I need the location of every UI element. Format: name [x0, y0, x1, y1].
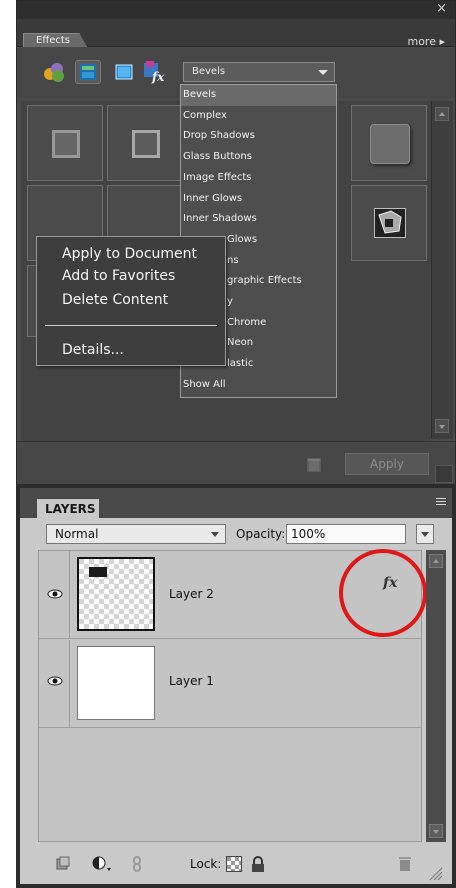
layer-thumbnail[interactable] — [77, 557, 155, 631]
trash-icon[interactable] — [307, 458, 321, 472]
lock-all-icon[interactable] — [250, 856, 266, 872]
red-annotation-circle — [339, 549, 427, 637]
chevron-down-icon — [318, 70, 328, 75]
layer-content-shape — [89, 567, 107, 577]
lock-label: Lock: — [190, 857, 222, 871]
thumbnail-context-menu: Apply to Document Add to Favorites Delet… — [36, 236, 226, 366]
scroll-down-button[interactable] — [435, 419, 449, 433]
opacity-dropdown-button[interactable] — [416, 524, 434, 544]
layers-header: LAYERS — [20, 488, 452, 518]
menu-item-details[interactable]: Details... — [62, 341, 124, 359]
visibility-column-divider — [69, 640, 70, 728]
arrow-down-icon — [433, 830, 439, 834]
effect-thumbnail[interactable] — [107, 105, 183, 181]
layer-styles-icon[interactable] — [75, 60, 101, 84]
layer-row[interactable]: Layer 1 — [39, 640, 421, 728]
arrow-up-icon — [433, 559, 439, 563]
effects-scrollbar[interactable] — [431, 101, 453, 439]
effect-thumbnail[interactable] — [27, 105, 103, 181]
trash-icon[interactable] — [398, 856, 412, 872]
bevel-preview — [132, 130, 160, 158]
arrow-up-icon — [439, 112, 445, 116]
panel-menu-icon[interactable] — [434, 498, 446, 508]
category-option[interactable]: Image Effects — [181, 168, 336, 189]
close-icon[interactable]: × — [436, 2, 447, 16]
effects-tab-bar: Effects more ▸ — [17, 19, 455, 48]
scroll-down-button[interactable] — [429, 824, 443, 838]
layer-name[interactable]: Layer 2 — [169, 587, 214, 601]
category-option[interactable]: Complex — [181, 106, 336, 127]
tab-layers[interactable]: LAYERS — [36, 498, 100, 518]
new-layer-icon[interactable] — [56, 856, 70, 870]
layer-name[interactable]: Layer 1 — [169, 674, 214, 688]
chrome-bevel-preview — [374, 208, 406, 238]
layers-footer-toolbar: Lock: — [20, 844, 452, 884]
resize-grip-icon[interactable] — [435, 465, 453, 483]
layer-row[interactable]: Layer 2 fx — [39, 549, 427, 639]
effect-thumbnail[interactable] — [351, 105, 427, 181]
bevel-preview — [52, 130, 80, 158]
category-option[interactable]: Glass Buttons — [181, 147, 336, 168]
layers-scrollbar[interactable] — [426, 550, 446, 842]
category-option[interactable]: Inner Glows — [181, 189, 336, 210]
category-option[interactable]: Show All — [181, 375, 336, 396]
effects-title-bar: × — [17, 1, 455, 19]
tab-effects[interactable]: Effects — [23, 33, 87, 47]
lock-transparency-icon[interactable] — [226, 856, 242, 872]
category-option[interactable]: Inner Shadows — [181, 209, 336, 230]
bevel-preview — [370, 124, 410, 164]
more-menu-button[interactable]: more ▸ — [407, 35, 445, 48]
category-option[interactable]: Bevels — [181, 85, 336, 106]
eye-icon[interactable] — [47, 676, 63, 686]
svg-text:fx: fx — [151, 70, 165, 84]
layer-thumbnail[interactable] — [77, 646, 155, 720]
blend-mode-value: Normal — [55, 527, 99, 541]
link-layers-icon[interactable] — [130, 856, 144, 872]
arrow-down-icon — [439, 425, 445, 429]
blend-mode-select[interactable]: Normal — [46, 524, 226, 544]
chevron-down-icon — [421, 532, 429, 537]
visibility-column-divider — [69, 551, 70, 639]
apply-button[interactable]: Apply — [345, 453, 429, 475]
category-option[interactable]: Drop Shadows — [181, 126, 336, 147]
effects-category-select[interactable]: Bevels — [183, 62, 335, 82]
menu-item-add-to-favorites[interactable]: Add to Favorites — [62, 267, 175, 285]
resize-grip-icon[interactable] — [424, 864, 444, 882]
scroll-up-button[interactable] — [429, 554, 443, 568]
filters-icon[interactable] — [111, 60, 137, 84]
menu-item-apply-to-document[interactable]: Apply to Document — [62, 245, 197, 263]
menu-divider — [45, 325, 217, 326]
effect-thumbnail[interactable] — [351, 185, 427, 261]
layer-list: Layer 2 fx Layer 1 — [38, 549, 427, 842]
eye-icon[interactable] — [47, 589, 63, 599]
category-select-value: Bevels — [192, 66, 226, 77]
chevron-down-icon — [211, 532, 219, 537]
scroll-up-button[interactable] — [435, 107, 449, 121]
opacity-input[interactable]: 100% — [286, 524, 406, 544]
adjustment-layer-icon[interactable] — [92, 856, 112, 871]
opacity-label: Opacity: — [236, 527, 286, 541]
effects-footer: Apply — [17, 441, 455, 485]
menu-item-delete-content[interactable]: Delete Content — [62, 291, 168, 309]
fx-icon[interactable]: fx — [141, 60, 167, 84]
layers-panel: LAYERS Normal Opacity: 100% Layer 2 fx L… — [20, 488, 452, 884]
photo-effects-icon[interactable] — [41, 60, 67, 84]
